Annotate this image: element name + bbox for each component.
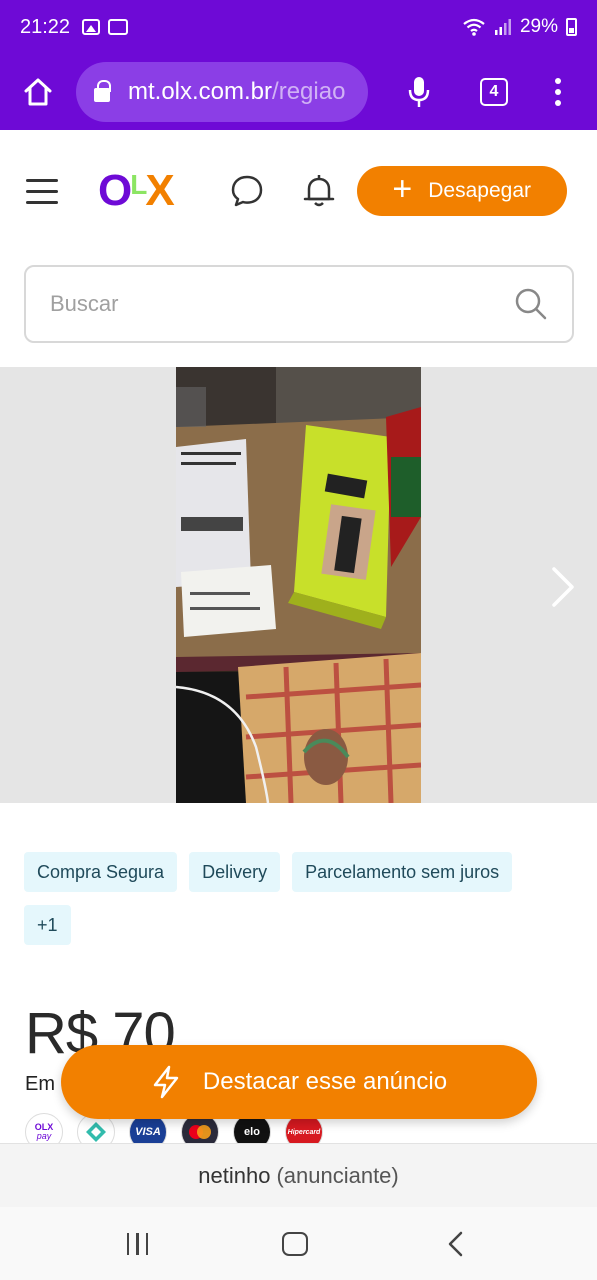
highlight-ad-label: Destacar esse anúncio (202, 1068, 448, 1095)
post-ad-label: Desapegar (428, 179, 531, 202)
hamburger-line (26, 200, 58, 204)
hamburger-line (26, 189, 58, 193)
url-text: mt.olx.com.br/regiao (128, 78, 345, 106)
bell-icon (303, 175, 334, 207)
status-bar: 21:22 29% (0, 0, 597, 54)
mastercard-circles (189, 1125, 211, 1139)
signal-icon (494, 19, 511, 35)
chat-bubble-icon (231, 175, 262, 207)
plus-icon: + (392, 170, 413, 208)
badge-delivery[interactable]: Delivery (189, 852, 281, 892)
olx-pay-word: pay (36, 1131, 52, 1141)
notifications-button[interactable] (301, 173, 337, 209)
advertiser-name: netinho (198, 1162, 271, 1188)
lightning-bolt-icon (153, 1065, 179, 1099)
recent-line (145, 1232, 149, 1255)
advertiser-bar[interactable]: netinho (anunciante) (0, 1143, 597, 1207)
advertiser-role: (anunciante) (276, 1162, 399, 1188)
url-domain: mt.olx.com.br (128, 78, 273, 105)
listing-photo[interactable] (176, 367, 421, 803)
url-path: /regiao (272, 78, 346, 105)
feature-badges: Compra Segura Delivery Parcelamento sem … (24, 852, 564, 945)
search-input[interactable] (50, 291, 514, 317)
image-gallery[interactable] (0, 367, 597, 803)
lock-icon (94, 80, 111, 102)
status-time: 21:22 (20, 15, 71, 38)
next-image-arrow-icon[interactable] (549, 565, 577, 609)
browser-menu-button[interactable] (554, 78, 562, 106)
battery-percent: 29% (519, 16, 558, 37)
highlight-ad-button[interactable]: Destacar esse anúncio (61, 1045, 537, 1119)
search-icon[interactable] (514, 287, 548, 321)
status-right: 29% (462, 16, 577, 38)
listing-photo-art (176, 367, 421, 803)
badge-compra-segura[interactable]: Compra Segura (24, 852, 178, 892)
badge-more[interactable]: +1 (24, 905, 71, 945)
system-nav-bar (0, 1207, 597, 1280)
screen: 21:22 29% mt.olx.com.br/regiao 4 O L X +… (0, 0, 597, 1280)
voicemail-notification-icon (108, 19, 129, 35)
logo-letter-l: L (130, 169, 147, 200)
site-header: O L X + Desapegar (0, 130, 597, 252)
recent-apps-button[interactable] (126, 1232, 149, 1255)
search-bar (24, 265, 574, 343)
back-icon[interactable] (442, 1230, 470, 1258)
system-home-button[interactable] (282, 1231, 309, 1256)
hamburger-line (26, 178, 58, 182)
recent-line (136, 1232, 139, 1255)
post-ad-button[interactable]: + Desapegar (356, 166, 567, 216)
olx-logo[interactable]: O L X (98, 166, 175, 215)
address-bar[interactable]: mt.olx.com.br/regiao (76, 62, 368, 122)
gallery-notification-icon (82, 19, 101, 35)
notification-icons (82, 19, 129, 35)
hamburger-menu-button[interactable] (26, 178, 58, 204)
microphone-icon (408, 77, 430, 107)
battery-icon (566, 18, 577, 36)
browser-toolbar: mt.olx.com.br/regiao 4 (0, 54, 597, 130)
logo-letter-x: X (145, 166, 174, 215)
menu-dot (555, 78, 561, 84)
badge-parcelamento[interactable]: Parcelamento sem juros (292, 852, 513, 892)
browser-home-button[interactable] (18, 72, 58, 112)
tab-switcher-button[interactable]: 4 (480, 78, 508, 106)
logo-letter-o: O (98, 166, 132, 215)
menu-dot (555, 100, 561, 106)
recent-line (126, 1232, 130, 1255)
menu-dot (555, 89, 561, 95)
voice-search-button[interactable] (406, 72, 432, 112)
wifi-icon (463, 18, 485, 36)
home-icon (24, 78, 52, 106)
chat-button[interactable] (229, 173, 265, 209)
pix-diamond (86, 1122, 106, 1142)
installments-label: Em (25, 1073, 55, 1095)
